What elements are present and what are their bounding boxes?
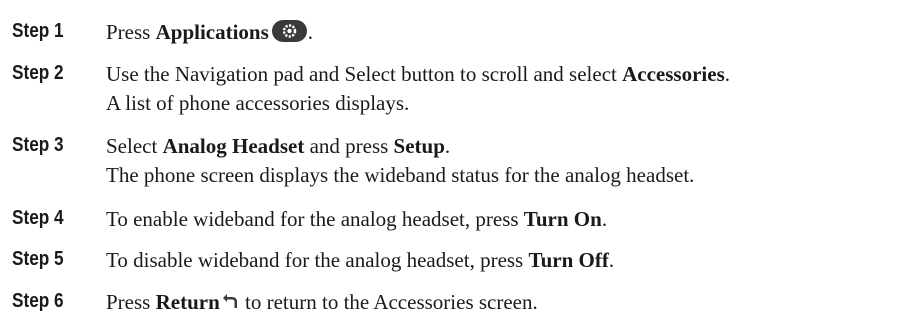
step-line: To enable wideband for the analog headse… [106, 207, 608, 231]
ui-term: Setup [393, 134, 445, 158]
step-label: Step 6 [12, 290, 64, 312]
step-label: Step 3 [12, 134, 64, 156]
ui-term: Accessories [622, 62, 725, 86]
step-label: Step 4 [12, 207, 64, 229]
step-text: To disable wideband for the analog heads… [106, 246, 886, 275]
step-line: Press Return to return to the Accessorie… [106, 289, 538, 314]
step-result-line: A list of phone accessories displays. [106, 91, 410, 115]
procedure-steps: Step 1 Press Applications. Step 2 Use th… [0, 0, 899, 332]
ui-term: Turn On [523, 207, 602, 231]
step-label: Step 5 [12, 248, 64, 270]
step-line: Select Analog Headset and press Setup. [106, 134, 451, 158]
ui-term: Analog Headset [162, 134, 305, 158]
step-line: Press Applications. [106, 20, 314, 44]
step-text: To enable wideband for the analog headse… [106, 205, 886, 234]
step-text: Press Return to return to the Accessorie… [106, 288, 886, 317]
step-line: Use the Navigation pad and Select button… [106, 62, 730, 86]
ui-term: Turn Off [528, 248, 609, 272]
step-label: Step 1 [12, 20, 64, 42]
step-text: Use the Navigation pad and Select button… [106, 60, 886, 118]
ui-term: Return [155, 290, 220, 314]
ui-term: Applications [155, 20, 269, 44]
step-text: Press Applications. [106, 18, 886, 47]
step-text: Select Analog Headset and press Setup. T… [106, 132, 886, 190]
step-label: Step 2 [12, 62, 64, 84]
step-result-line: The phone screen displays the wideband s… [106, 163, 695, 187]
applications-gear-icon [271, 20, 307, 42]
step-line: To disable wideband for the analog heads… [106, 248, 615, 272]
return-arrow-icon [222, 289, 238, 308]
